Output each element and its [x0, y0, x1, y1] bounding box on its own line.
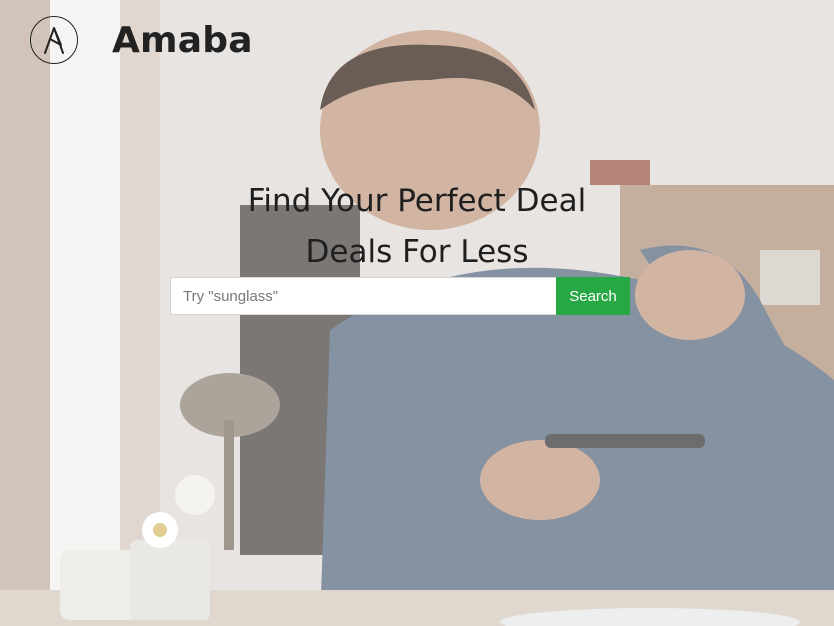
ansible-a-logo-icon	[44, 27, 64, 54]
header: Amaba	[30, 14, 253, 66]
logo-icon[interactable]	[30, 16, 78, 64]
hero-section: Find Your Perfect Deal Deals For Less	[0, 176, 834, 278]
hero-subtitle: Deals For Less	[305, 234, 529, 270]
hero-title: Find Your Perfect Deal	[247, 183, 587, 219]
brand-name[interactable]: Amaba	[112, 20, 253, 61]
search-input[interactable]	[170, 277, 556, 315]
search-button[interactable]: Search	[556, 277, 630, 315]
search-bar: Search	[170, 277, 630, 315]
